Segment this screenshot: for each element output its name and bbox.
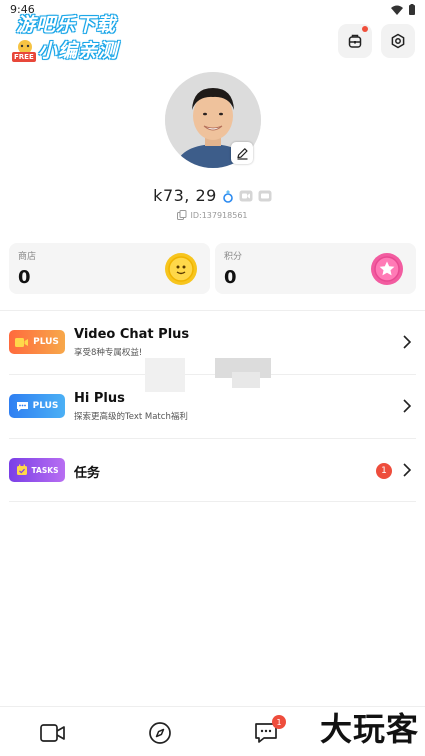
profile-avatar[interactable] — [165, 72, 261, 168]
tab-video[interactable] — [39, 721, 67, 745]
tab-messages[interactable]: 1 — [252, 715, 286, 745]
profile-id-row[interactable]: ID:137918561 — [0, 210, 425, 220]
message-verify-icon — [258, 190, 272, 201]
profile-id: ID:137918561 — [190, 210, 248, 220]
menu-divider — [9, 501, 416, 502]
video-camera-icon — [40, 724, 65, 742]
video-plus-badge: PLUS — [9, 330, 65, 354]
battery-icon — [409, 4, 415, 15]
menu-item-tasks[interactable]: TASKS 任务 1 — [0, 439, 425, 501]
hi-plus-badge: PLUS — [9, 394, 65, 418]
watermark-free-badge: FREE — [12, 52, 36, 62]
watermark-logo: 游吧乐下载 FREE 小编亲测 — [8, 10, 148, 62]
task-count-badge: 1 — [376, 463, 392, 479]
chat-bubble-badge-icon — [16, 401, 28, 411]
watermark-bottom-right: 大玩客 — [319, 710, 419, 748]
menu-item-hi-plus[interactable]: PLUS Hi Plus 探索更高级的Text Match福利 — [0, 375, 425, 437]
menu-item-video-chat-plus[interactable]: PLUS Video Chat Plus 享受8种专属权益! — [0, 311, 425, 373]
hexagon-settings-icon — [391, 33, 405, 49]
copy-icon — [177, 210, 187, 220]
menu-subtitle: 探索更高级的Text Match福利 — [74, 412, 188, 422]
message-count-badge: 1 — [272, 715, 286, 729]
coin-icon — [165, 253, 197, 285]
star-icon — [371, 253, 403, 285]
notification-dot — [362, 26, 368, 32]
calendar-badge-icon — [16, 464, 27, 475]
chevron-right-icon — [403, 399, 411, 413]
settings-button[interactable] — [381, 24, 415, 58]
watermark-mascot-icon: FREE — [12, 38, 38, 62]
stat-value: 0 — [224, 267, 237, 288]
stat-label: 积分 — [224, 252, 243, 262]
ring-icon — [223, 189, 233, 203]
video-camera-badge-icon — [15, 337, 29, 347]
chevron-right-icon — [403, 335, 411, 349]
badge-text: TASKS — [31, 465, 59, 475]
menu-title: 任务 — [74, 466, 101, 481]
edit-avatar-button[interactable] — [231, 142, 253, 164]
stat-card-shop[interactable]: 商店 0 — [9, 243, 210, 294]
video-verify-icon — [239, 190, 253, 201]
tasks-badge: TASKS — [9, 458, 65, 482]
stat-label: 商店 — [18, 252, 37, 262]
backpack-button[interactable] — [338, 24, 372, 58]
compass-icon — [149, 722, 171, 744]
stat-value: 0 — [18, 267, 31, 288]
menu-title: Hi Plus — [74, 391, 125, 406]
profile-name: k73, 29 — [153, 186, 217, 205]
watermark-line2: 小编亲测 — [38, 40, 119, 62]
wifi-icon — [391, 5, 403, 15]
badge-text: PLUS — [32, 401, 59, 411]
badge-text: PLUS — [33, 337, 59, 347]
chevron-right-icon — [403, 463, 411, 477]
backpack-icon — [348, 34, 362, 48]
status-icons — [391, 4, 415, 15]
pencil-icon — [236, 147, 248, 160]
menu-title: Video Chat Plus — [74, 327, 190, 342]
profile-name-row: k73, 29 — [0, 186, 425, 205]
watermark-line1: 游吧乐下载 — [16, 14, 117, 36]
tab-explore[interactable] — [146, 721, 174, 745]
menu-subtitle: 享受8种专属权益! — [74, 348, 143, 358]
stat-card-points[interactable]: 积分 0 — [215, 243, 416, 294]
